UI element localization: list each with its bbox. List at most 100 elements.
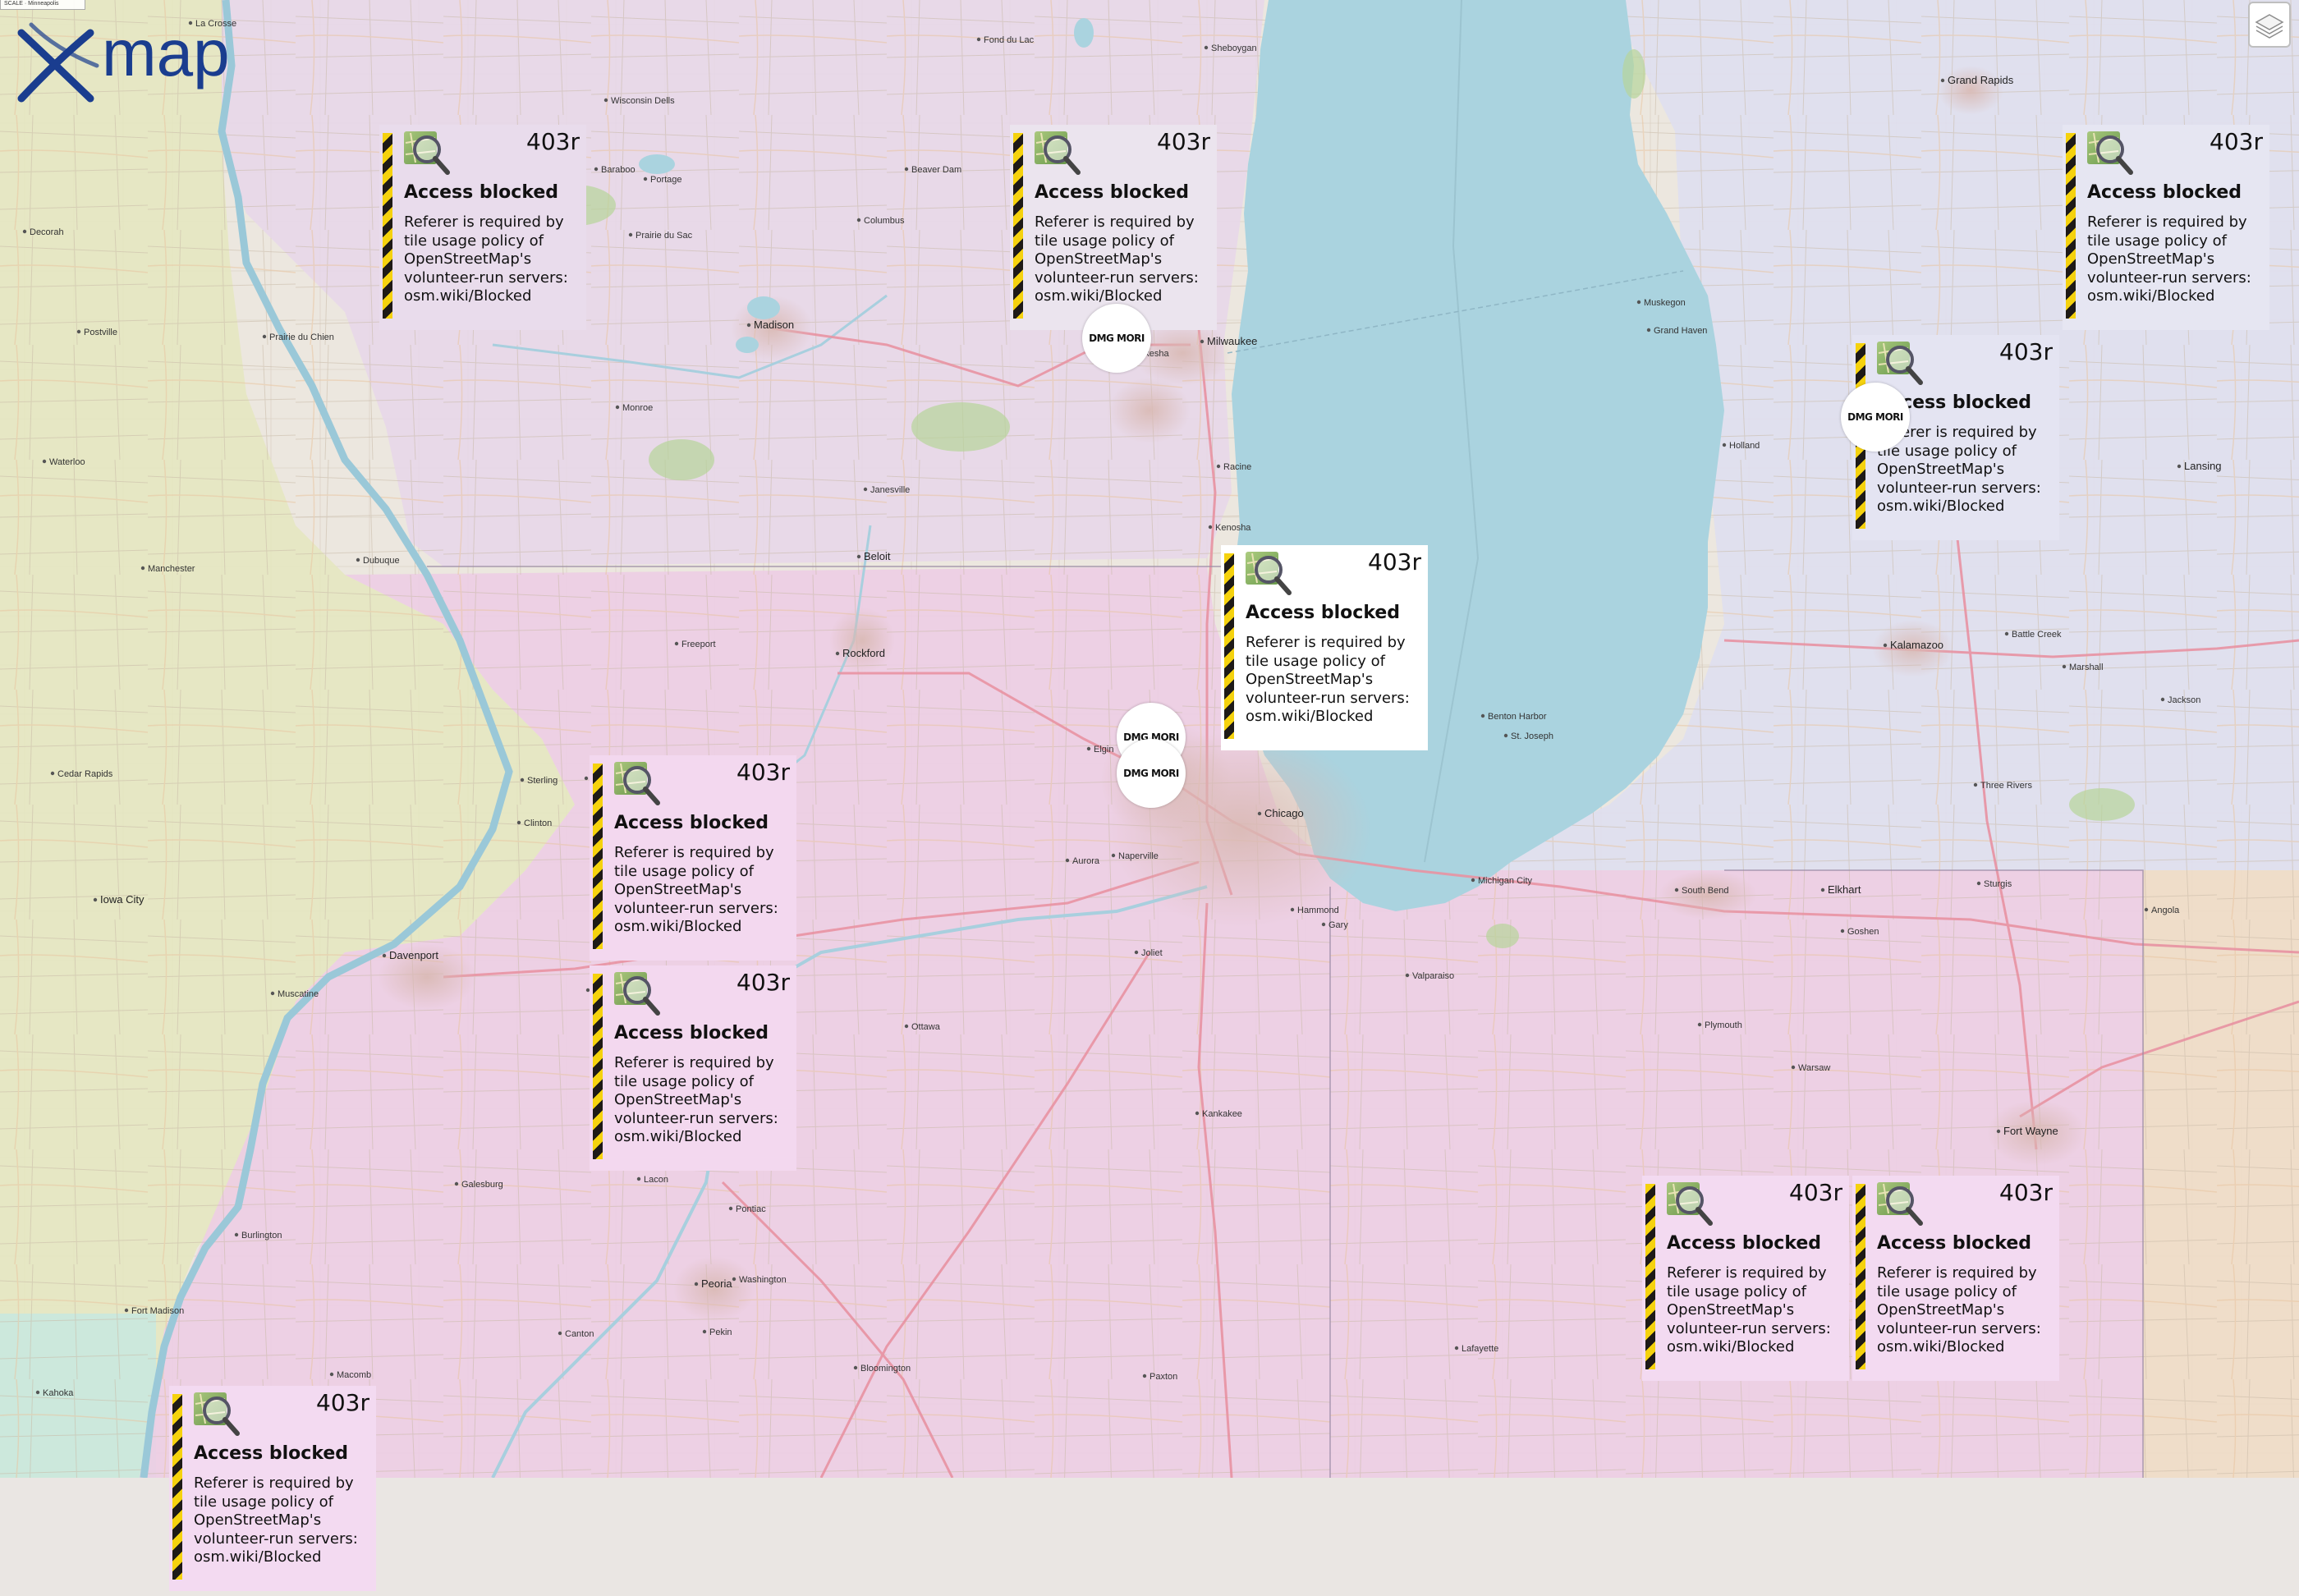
city-label: Kankakee [1202,1109,1242,1119]
city-label: Plymouth [1705,1020,1742,1030]
city-dot [1111,853,1116,858]
dmg-mori-marker[interactable]: DMG MORI [1082,304,1151,373]
city-dot [863,487,868,492]
blocked-message: Referer is required by tile usage policy… [1877,1264,2041,1355]
city-dot [50,771,55,776]
city-dot [1208,525,1213,530]
city-dot [853,1365,858,1370]
city-dot [694,1282,699,1286]
city-label: Decorah [30,227,64,237]
blocked-tile: 403r Access blocked Referer is required by… [169,1386,379,1596]
dmg-mori-marker[interactable]: DMG MORI [1117,739,1186,808]
city-dot [615,405,620,410]
blocked-tile: 403r Access blocked Referer is required by… [590,755,800,965]
city-label: Paxton [1150,1372,1177,1382]
city-label: Janesville [870,485,910,495]
marker-label: DMG MORI [1089,332,1145,344]
hazard-stripe [593,764,603,949]
city-dot [1973,782,1978,787]
city-dot [356,557,360,562]
blocked-message: Referer is required by tile usage policy… [1246,634,1410,725]
blocked-title: Access blocked [1035,182,1190,203]
city-label: Racine [1223,462,1251,472]
city-label: Gary [1328,920,1348,930]
error-code: 403r [2210,128,2263,155]
city-label: Fond du Lac [984,35,1035,45]
city-dot [76,329,81,334]
magnifier-map-icon [404,131,450,175]
magnifier-map-icon [1877,342,1923,385]
city-dot [1840,929,1845,933]
magnifier-map-icon [1035,131,1081,175]
blocked-message: Referer is required by tile usage policy… [2087,213,2251,305]
magnifier-map-icon [614,762,660,805]
hazard-stripe [172,1394,182,1580]
dmg-mori-marker[interactable]: DMG MORI [1841,383,1910,452]
hazard-stripe [593,974,603,1159]
city-dot [262,334,267,339]
brand-name: map [102,16,230,89]
city-dot [643,177,648,181]
city-label: Holland [1729,441,1760,451]
city-label: Beaver Dam [911,165,961,175]
city-label: Freeport [681,640,716,649]
city-dot [904,1024,909,1029]
city-dot [516,820,521,825]
city-label: Peoria [701,1277,732,1290]
city-label: Manchester [148,564,195,574]
city-label: Beloit [864,550,891,562]
blocked-tile: 403r Access blocked Referer is required by… [2063,125,2273,335]
blocked-message: Referer is required by tile usage policy… [614,1054,778,1145]
city-dot [1820,887,1825,892]
city-dot [835,651,840,656]
city-dot [124,1308,129,1313]
city-dot [1216,464,1221,469]
error-code: 403r [526,128,580,155]
city-dot [1940,78,1945,83]
city-dot [584,776,589,781]
city-label: Dubuque [363,556,400,566]
city-label: Iowa City [100,893,145,906]
layers-button[interactable] [2248,2,2291,48]
city-dot [732,1277,737,1282]
city-dot [1636,300,1641,305]
error-code: 403r [1999,1179,2053,1206]
magnifier-map-icon [1877,1182,1923,1226]
city-label: Marshall [2069,663,2104,672]
blocked-title: Access blocked [614,1023,769,1043]
city-label: Washington [739,1275,787,1285]
city-label: Pontiac [736,1204,766,1214]
magnifier-map-icon [2087,131,2133,175]
city-label: Davenport [389,949,438,961]
blocked-title: Access blocked [2087,182,2242,203]
city-label: Naperville [1118,851,1159,861]
xmap-logo[interactable]: map [15,16,236,107]
city-dot [1290,907,1295,912]
city-dot [2144,907,2149,912]
blocked-tile: 403r Access blocked Referer is required by… [379,125,590,335]
city-label: Lansing [2184,460,2222,472]
city-label: Sturgis [1984,879,2012,889]
city-label: Joliet [1141,948,1163,958]
city-label: Muscatine [278,989,319,999]
city-label: Kahoka [43,1388,74,1398]
city-label: Hammond [1297,906,1339,915]
blocked-message: Referer is required by tile usage policy… [1035,213,1199,305]
city-dot [329,1372,334,1377]
blocked-message: Referer is required by tile usage policy… [614,844,778,935]
city-dot [1257,811,1262,816]
city-dot [1134,950,1139,955]
magnifier-map-icon [1246,552,1292,595]
blocked-title: Access blocked [1877,1233,2032,1254]
city-label: Battle Creek [2012,630,2062,640]
city-dot [628,232,633,237]
hazard-stripe [383,133,392,319]
city-label: Prairie du Chien [269,332,334,342]
city-label: Chicago [1264,807,1304,819]
city-label: Postville [84,328,117,337]
city-dot [1454,1346,1459,1351]
city-dot [520,777,525,782]
city-dot [2004,631,2009,636]
city-dot [454,1181,459,1186]
city-label: Cedar Rapids [57,769,113,779]
